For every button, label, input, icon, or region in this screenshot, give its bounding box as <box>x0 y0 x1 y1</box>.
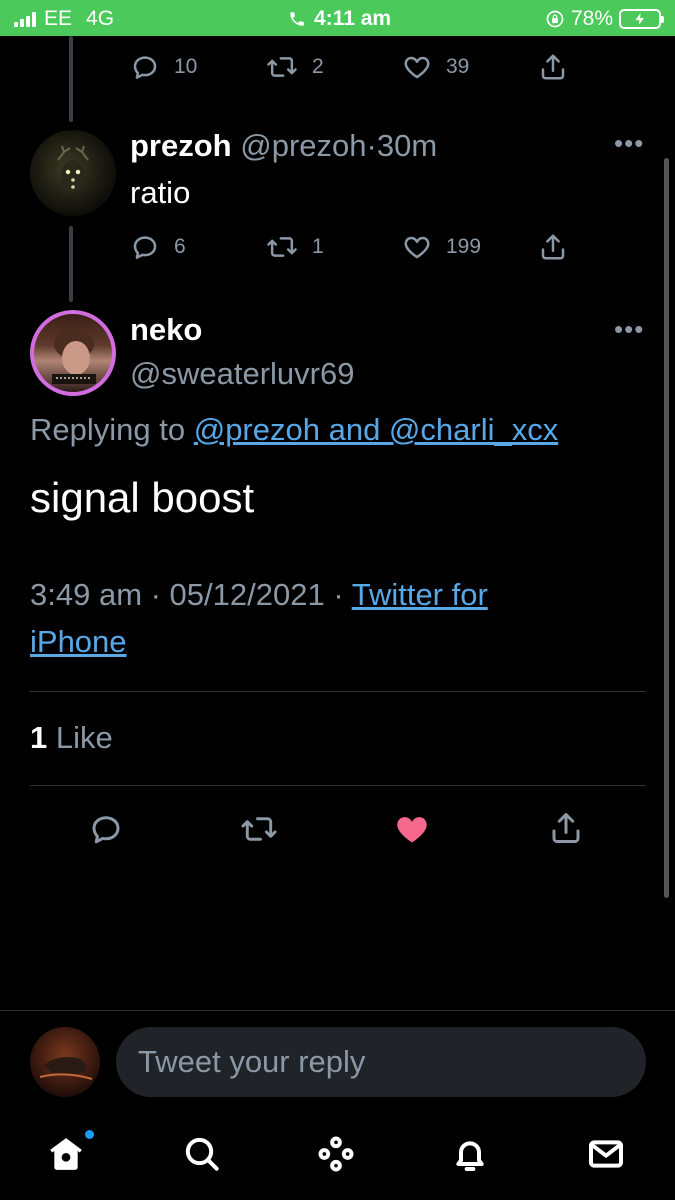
replying-to-prefix: Replying to <box>30 412 186 447</box>
prezoh-header: prezoh @prezoh·30m <box>130 128 437 164</box>
neko-more-menu-icon[interactable]: ••• <box>614 314 644 345</box>
retweet-count: 1 <box>312 235 324 258</box>
reply-icon <box>133 236 157 259</box>
likes-summary[interactable]: 1 Like <box>30 720 113 756</box>
retweet-icon <box>267 237 297 257</box>
replying-to-mentions[interactable]: @prezoh and @charli_xcx <box>194 412 559 447</box>
replying-to-line: Replying to @prezoh and @charli_xcx <box>30 412 558 448</box>
reply-action[interactable]: 6 <box>130 232 266 262</box>
search-icon <box>185 1137 219 1171</box>
spaces-icon <box>318 1136 354 1172</box>
network-label: 4G <box>86 7 115 30</box>
status-bar: EE 4G 4:11 am 78% <box>0 0 675 36</box>
like-button[interactable] <box>393 810 431 853</box>
reply-action[interactable]: 10 <box>130 52 266 82</box>
home-tab[interactable] <box>46 1130 94 1178</box>
reply-bar: Tweet your reply <box>0 1010 675 1112</box>
prezoh-tweet-actions: 6 1 199 <box>130 232 568 262</box>
retweet-action[interactable]: 2 <box>266 52 402 82</box>
neko-handle[interactable]: @sweaterluvr69 <box>130 356 354 392</box>
heart-filled-icon <box>397 817 427 843</box>
divider-bottom <box>30 785 646 786</box>
divider-top <box>30 691 646 692</box>
like-count: 39 <box>446 55 470 78</box>
notifications-tab[interactable] <box>450 1134 494 1178</box>
retweet-icon <box>241 817 277 841</box>
scrollbar[interactable] <box>664 158 669 898</box>
heart-icon <box>404 236 430 259</box>
prezoh-avatar[interactable] <box>30 130 116 216</box>
neko-avatar[interactable] <box>30 310 116 396</box>
signal-icon <box>14 11 36 27</box>
share-icon <box>541 54 565 80</box>
like-count: 199 <box>446 235 482 258</box>
neko-name[interactable]: neko <box>130 312 202 348</box>
thread-line-middle <box>69 226 73 302</box>
share-button[interactable] <box>548 810 584 851</box>
messages-tab[interactable] <box>586 1134 630 1178</box>
battery-charging-icon <box>619 9 664 29</box>
battery-percent: 78% <box>570 7 613 30</box>
clock-label: 4:11 am <box>314 7 392 30</box>
reply-icon <box>92 816 120 844</box>
reply-count: 6 <box>174 235 186 258</box>
reply-button[interactable] <box>88 811 124 852</box>
prezoh-time: 30m <box>376 128 438 163</box>
retweet-icon <box>267 57 297 77</box>
reply-input[interactable]: Tweet your reply <box>116 1027 646 1097</box>
home-icon <box>50 1138 82 1170</box>
like-action[interactable]: 39 <box>402 52 538 82</box>
likes-count: 1 <box>30 720 48 755</box>
phone-call-icon <box>290 12 304 26</box>
prezoh-handle[interactable]: @prezoh <box>240 128 366 163</box>
prezoh-tweet-text: ratio <box>130 175 191 210</box>
prev-tweet-actions: 10 2 39 <box>130 52 568 82</box>
tab-bar <box>0 1112 675 1200</box>
bell-icon <box>456 1141 484 1171</box>
mail-icon <box>589 1140 623 1168</box>
retweet-count: 2 <box>312 55 324 78</box>
carrier-label: EE <box>44 7 73 30</box>
retweet-button[interactable] <box>240 811 278 852</box>
tweet-timestamp-line: 3:49 am · 05/12/2021 · Twitter for <box>30 577 488 613</box>
spaces-tab[interactable] <box>316 1134 360 1178</box>
thread-line-top <box>69 36 73 122</box>
likes-label: Like <box>55 720 113 755</box>
reply-icon <box>133 56 157 79</box>
heart-icon <box>404 56 430 79</box>
share-action[interactable] <box>538 232 568 262</box>
rotation-lock-icon <box>546 10 564 28</box>
user-avatar[interactable] <box>30 1027 100 1097</box>
search-tab[interactable] <box>182 1134 226 1178</box>
like-action[interactable]: 199 <box>402 232 538 262</box>
meta-separator: · <box>366 128 377 163</box>
prezoh-more-menu-icon[interactable]: ••• <box>614 128 644 159</box>
share-icon <box>541 234 565 260</box>
retweet-action[interactable]: 1 <box>266 232 402 262</box>
share-action[interactable] <box>538 52 568 82</box>
share-icon <box>552 813 580 843</box>
main-tweet-text: signal boost <box>30 474 255 521</box>
tweet-source-link[interactable]: Twitter for <box>352 577 488 612</box>
prezoh-name[interactable]: prezoh <box>130 128 232 163</box>
notification-dot <box>85 1130 94 1139</box>
tweet-timestamp: 3:49 am · 05/12/2021 · <box>30 577 344 612</box>
reply-count: 10 <box>174 55 198 78</box>
tweet-source-link-cont[interactable]: iPhone <box>30 624 127 660</box>
